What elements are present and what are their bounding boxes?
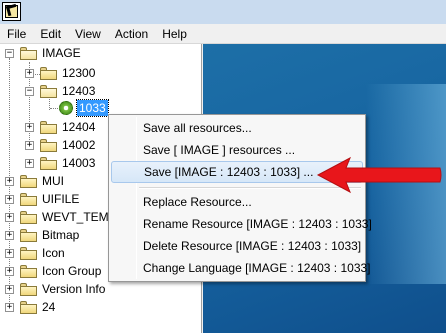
- gear-icon: [59, 101, 73, 115]
- menu-view[interactable]: View: [68, 24, 108, 44]
- tree-node-bitmap[interactable]: Bitmap: [42, 227, 79, 243]
- tree-node-mui[interactable]: MUI: [42, 173, 64, 189]
- folder-icon: [40, 139, 57, 152]
- expand-version-info-icon[interactable]: +: [5, 285, 14, 294]
- tree-node-1033[interactable]: 1033: [76, 99, 109, 117]
- expand-icon-icon[interactable]: +: [5, 249, 14, 258]
- tree-node-wevt-tem[interactable]: WEVT_TEM: [42, 209, 109, 225]
- folder-icon: [20, 175, 37, 188]
- context-menu: Save all resources... Save [ IMAGE ] res…: [108, 114, 372, 282]
- folder-icon: [20, 211, 37, 224]
- folder-icon: [40, 121, 57, 134]
- menu-help[interactable]: Help: [155, 24, 194, 44]
- expand-uifile-icon[interactable]: +: [5, 195, 14, 204]
- collapse-image-icon[interactable]: −: [5, 49, 14, 58]
- expand-icon-group-icon[interactable]: +: [5, 267, 14, 276]
- expand-12300-icon[interactable]: +: [25, 69, 34, 78]
- tree-node-14003[interactable]: 14003: [62, 155, 95, 171]
- menu-rename-resource[interactable]: Rename Resource [IMAGE : 12403 : 1033]: [111, 213, 372, 235]
- expand-14002-icon[interactable]: +: [25, 141, 34, 150]
- folder-icon: [20, 283, 37, 296]
- folder-open-icon: [20, 47, 37, 60]
- tree-node-14002[interactable]: 14002: [62, 137, 95, 153]
- folder-open-icon: [40, 85, 57, 98]
- menu-file[interactable]: File: [0, 24, 33, 44]
- expand-bitmap-icon[interactable]: +: [5, 231, 14, 240]
- tree-node-uifile[interactable]: UIFILE: [42, 191, 79, 207]
- folder-icon: [20, 247, 37, 260]
- expand-mui-icon[interactable]: +: [5, 177, 14, 186]
- expand-24-icon[interactable]: +: [5, 303, 14, 312]
- tree-node-version-info[interactable]: Version Info: [42, 281, 105, 297]
- folder-icon: [20, 229, 37, 242]
- folder-icon: [20, 265, 37, 278]
- menu-delete-resource[interactable]: Delete Resource [IMAGE : 12403 : 1033]: [111, 235, 363, 257]
- expand-14003-icon[interactable]: +: [25, 159, 34, 168]
- menu-bar: File Edit View Action Help: [0, 24, 446, 44]
- tree-node-image[interactable]: IMAGE: [42, 45, 81, 61]
- tree-node-icon-group[interactable]: Icon Group: [42, 263, 101, 279]
- tree-node-12403[interactable]: 12403: [62, 83, 95, 99]
- menu-save-all-resources[interactable]: Save all resources...: [111, 117, 363, 139]
- menu-action[interactable]: Action: [108, 24, 155, 44]
- tree-node-24[interactable]: 24: [42, 299, 55, 315]
- tree-node-icon[interactable]: Icon: [42, 245, 65, 261]
- collapse-12403-icon[interactable]: −: [25, 87, 34, 96]
- menu-edit[interactable]: Edit: [33, 24, 68, 44]
- menu-change-language[interactable]: Change Language [IMAGE : 12403 : 1033]: [111, 257, 371, 279]
- folder-icon: [40, 67, 57, 80]
- folder-icon: [20, 193, 37, 206]
- expand-12404-icon[interactable]: +: [25, 123, 34, 132]
- folder-icon: [20, 301, 37, 314]
- tree-node-12300[interactable]: 12300: [62, 65, 95, 81]
- annotation-arrow-icon: [316, 156, 442, 194]
- tree-node-12404[interactable]: 12404: [62, 119, 95, 135]
- app-icon[interactable]: [2, 2, 21, 21]
- folder-icon: [40, 157, 57, 170]
- expand-wevt-icon[interactable]: +: [5, 213, 14, 222]
- title-bar: [0, 0, 446, 24]
